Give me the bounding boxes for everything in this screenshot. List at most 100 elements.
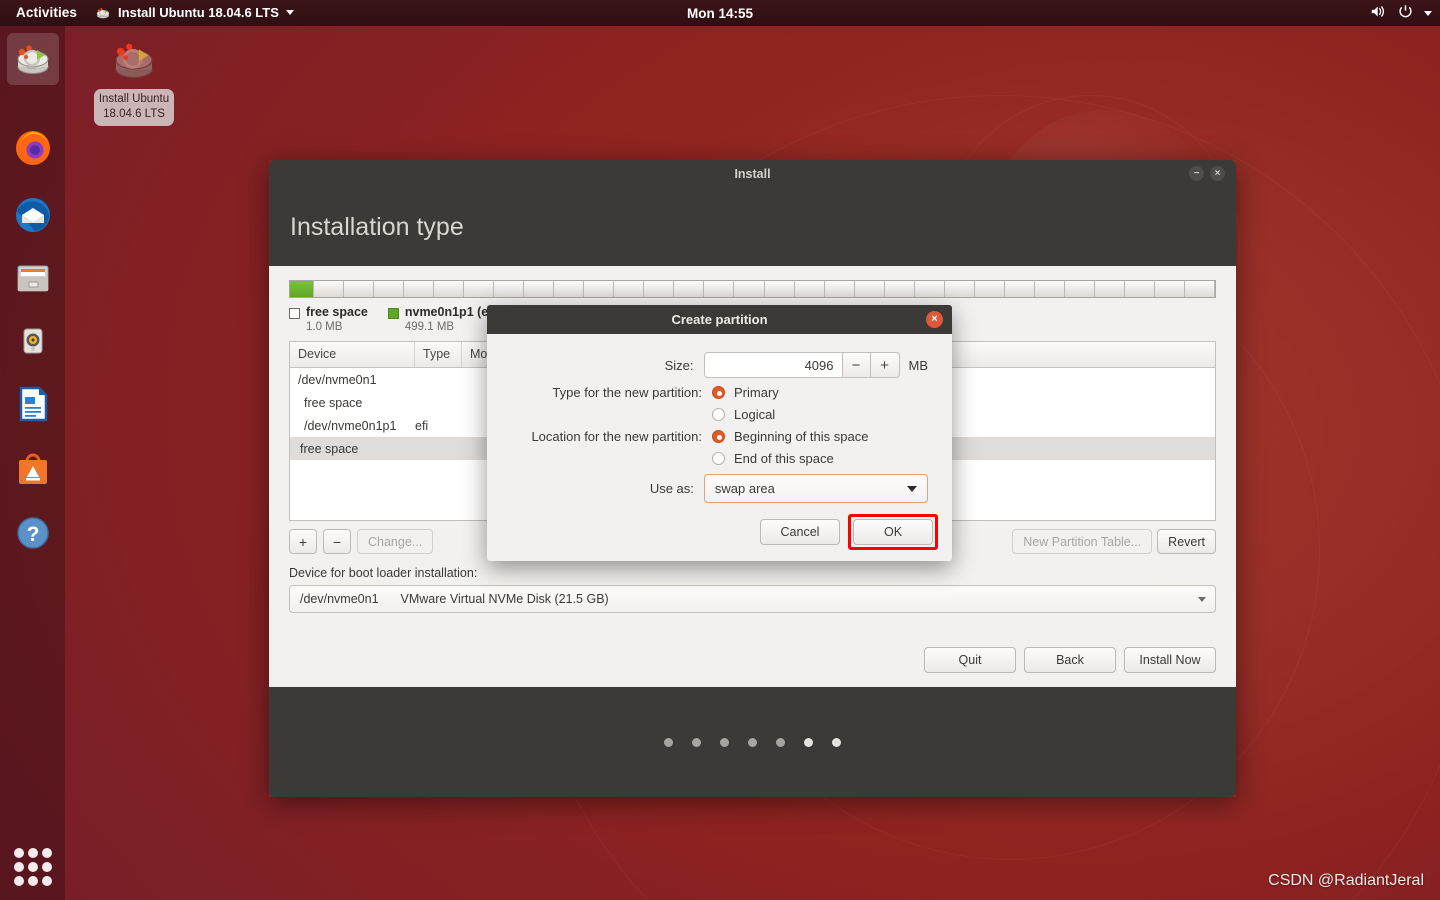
change-partition-button[interactable]: Change...: [357, 529, 434, 554]
chevron-down-icon[interactable]: [1424, 10, 1432, 16]
ok-button[interactable]: OK: [853, 519, 933, 545]
dock-item-install-ubuntu[interactable]: [7, 33, 59, 85]
partition-segment-free[interactable]: [1184, 281, 1215, 297]
legend-item: free space 1.0 MB: [289, 305, 368, 333]
partition-segment-free[interactable]: [914, 281, 945, 297]
partition-segment-free[interactable]: [974, 281, 1005, 297]
partition-segment-free[interactable]: [734, 281, 765, 297]
partition-segment-free[interactable]: [644, 281, 675, 297]
quit-button[interactable]: Quit: [924, 647, 1016, 673]
radio-primary[interactable]: [712, 386, 725, 399]
slideshow-dot[interactable]: [776, 737, 785, 747]
partition-segment-free[interactable]: [1124, 281, 1155, 297]
slideshow-dot[interactable]: [832, 737, 841, 747]
radio-beginning-of-space[interactable]: [712, 430, 725, 443]
dock-item-help[interactable]: ?: [7, 507, 59, 559]
desktop-icon-install-ubuntu[interactable]: Install Ubuntu 18.04.6 LTS: [93, 36, 175, 126]
size-increment-button[interactable]: +: [870, 352, 900, 378]
close-icon[interactable]: ×: [1210, 166, 1225, 181]
cell-device: /dev/nvme0n1p1: [304, 418, 397, 433]
dock-item-rhythmbox[interactable]: [7, 315, 59, 367]
partition-segment-free[interactable]: [704, 281, 735, 297]
partition-segment-free[interactable]: [1094, 281, 1125, 297]
back-button[interactable]: Back: [1024, 647, 1116, 673]
location-label: Location for the new partition:: [531, 429, 702, 444]
disk-install-icon: [13, 39, 53, 79]
dock-item-libreoffice-writer[interactable]: [7, 378, 59, 430]
partition-segment-free[interactable]: [434, 281, 465, 297]
partition-segment-free[interactable]: [494, 281, 525, 297]
partition-segment-free[interactable]: [1004, 281, 1035, 297]
dock-item-thunderbird[interactable]: [7, 189, 59, 241]
partition-segment-free[interactable]: [854, 281, 885, 297]
size-stepper[interactable]: − +: [703, 352, 900, 378]
partition-segment-free[interactable]: [674, 281, 705, 297]
slideshow-dot[interactable]: [804, 737, 813, 747]
partition-segment-free[interactable]: [464, 281, 495, 297]
size-decrement-button[interactable]: −: [841, 352, 871, 378]
use-as-select[interactable]: swap area: [703, 474, 928, 503]
power-icon[interactable]: [1398, 4, 1413, 22]
install-now-button[interactable]: Install Now: [1124, 647, 1216, 673]
type-label: Type for the new partition:: [552, 385, 702, 400]
partition-segment-free[interactable]: [374, 281, 405, 297]
dock-item-ubuntu-software[interactable]: [7, 443, 59, 495]
new-partition-table-button[interactable]: New Partition Table...: [1012, 529, 1153, 554]
partition-segment-free[interactable]: [584, 281, 615, 297]
location-row: Location for the new partition: Beginnin…: [487, 429, 928, 444]
app-menu-button[interactable]: Install Ubuntu 18.04.6 LTS: [87, 3, 302, 24]
size-input[interactable]: [703, 352, 842, 378]
partition-segment-free[interactable]: [1154, 281, 1185, 297]
revert-button[interactable]: Revert: [1157, 529, 1216, 554]
partition-segment-free[interactable]: [1034, 281, 1065, 297]
type-row: Type for the new partition: Primary: [487, 385, 928, 400]
partition-segment-free[interactable]: [944, 281, 975, 297]
column-header-type[interactable]: Type: [415, 342, 462, 367]
watermark: CSDN @RadiantJeral: [1268, 872, 1424, 889]
cancel-button[interactable]: Cancel: [760, 519, 840, 545]
slideshow-dot[interactable]: [720, 737, 729, 747]
ubuntu-installer-icon: [95, 5, 111, 21]
slideshow-dot[interactable]: [748, 737, 757, 747]
partition-segment-free[interactable]: [884, 281, 915, 297]
close-icon[interactable]: ×: [926, 311, 943, 328]
partition-segment-free[interactable]: [554, 281, 585, 297]
activities-button[interactable]: Activities: [10, 3, 87, 23]
legend-swatch-icon[interactable]: [387, 308, 399, 319]
slideshow-dot[interactable]: [692, 737, 701, 747]
partition-segment-used[interactable]: [290, 281, 315, 297]
bootloader-device: /dev/nvme0n1: [300, 592, 379, 606]
slideshow-dot[interactable]: [664, 737, 673, 747]
legend-swatch-icon[interactable]: [289, 308, 300, 319]
radio-logical[interactable]: [712, 408, 725, 421]
apps-grid-icon[interactable]: [14, 848, 52, 886]
slideshow-footer: [269, 687, 1236, 797]
bootloader-label: Device for boot loader installation:: [289, 566, 478, 580]
partition-segment-free[interactable]: [314, 281, 345, 297]
remove-partition-button[interactable]: −: [323, 529, 351, 554]
radio-beginning-label: Beginning of this space: [734, 429, 869, 444]
question-mark-icon: ?: [13, 513, 53, 553]
partition-segment-free[interactable]: [794, 281, 825, 297]
radio-end-of-space[interactable]: [712, 452, 725, 465]
partition-segment-free[interactable]: [404, 281, 435, 297]
partition-segment-free[interactable]: [524, 281, 555, 297]
chevron-down-icon: [907, 485, 917, 492]
dock-item-firefox[interactable]: [7, 122, 59, 174]
partition-segment-free[interactable]: [1064, 281, 1095, 297]
partition-segment-free[interactable]: [614, 281, 645, 297]
dialog-body: Size: − + MB Type for the new partition:…: [487, 334, 952, 503]
column-header-device[interactable]: Device: [290, 342, 415, 367]
partition-segment-free[interactable]: [824, 281, 855, 297]
minimize-icon[interactable]: −: [1189, 166, 1204, 181]
document-writer-icon: [13, 384, 53, 424]
partition-segment-free[interactable]: [344, 281, 375, 297]
window-titlebar[interactable]: Install − ×: [269, 160, 1236, 188]
cell-device: /dev/nvme0n1: [298, 372, 377, 387]
add-partition-button[interactable]: +: [289, 529, 317, 554]
dock-item-files[interactable]: [7, 252, 59, 304]
bootloader-select[interactable]: /dev/nvme0n1 VMware Virtual NVMe Disk (2…: [289, 585, 1216, 613]
volume-icon[interactable]: [1370, 4, 1387, 22]
partition-segment-free[interactable]: [764, 281, 795, 297]
dialog-titlebar[interactable]: Create partition ×: [487, 305, 952, 334]
